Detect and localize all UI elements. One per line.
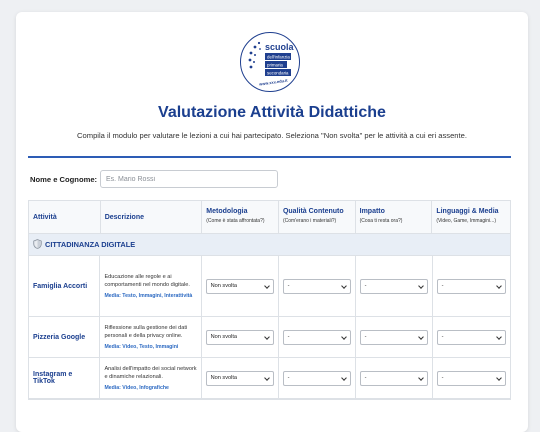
logo-line-3: secondaria [267, 71, 289, 76]
chevron-down-icon [263, 282, 270, 289]
qualita-select[interactable]: - [282, 329, 351, 345]
impatto-select[interactable]: - [359, 370, 428, 386]
activity-description: Riflessione sulla gestione dei dati pers… [104, 324, 196, 351]
activity-media: Media: Video, Testo, Immagini [104, 343, 179, 350]
shield-icon [33, 238, 42, 251]
chevron-down-icon [495, 282, 502, 289]
impatto-select[interactable]: - [359, 278, 428, 294]
activity-media: Media: Testo, Immagini, Interattività [104, 292, 193, 299]
chevron-down-icon [340, 374, 347, 381]
metodologia-select[interactable]: Non svolta [205, 370, 274, 386]
page-title: Valutazione Attività Didattiche [158, 104, 386, 121]
linguaggi-select[interactable]: - [436, 370, 506, 386]
chevron-down-icon [263, 374, 270, 381]
evaluation-card: scuola dell'infanzia primaria secondaria… [16, 12, 528, 432]
table-row: Instagram e TikTok Analisi dell'impatto … [29, 358, 510, 399]
activity-name: Famiglia Accorti [33, 282, 88, 290]
section-title: CITTADINANZA DIGITALE [45, 240, 136, 249]
metodologia-select[interactable]: Non svolta [205, 278, 274, 294]
metodologia-select[interactable]: Non svolta [205, 329, 274, 345]
col-header-descrizione: Descrizione [101, 201, 203, 233]
chevron-down-icon [495, 333, 502, 340]
linguaggi-select[interactable]: - [436, 329, 506, 345]
section-header: CITTADINANZA DIGITALE [29, 234, 510, 256]
chevron-down-icon [263, 333, 270, 340]
activity-name: Pizzeria Google [33, 333, 86, 341]
qualita-select[interactable]: - [282, 278, 351, 294]
logo-line-1: dell'infanzia [267, 55, 290, 60]
logo-side-text: www.xxx.edu.it [258, 78, 289, 87]
impatto-select[interactable]: - [359, 329, 428, 345]
table-header: Attività Descrizione Metodologia (Come è… [29, 201, 510, 234]
evaluation-table: Attività Descrizione Metodologia (Come è… [28, 200, 511, 400]
col-header-impatto: Impatto (Cosa ti resta ora?) [356, 201, 433, 233]
page-subtitle: Compila il modulo per valutare le lezion… [77, 131, 467, 140]
chevron-down-icon [495, 374, 502, 381]
chevron-down-icon [417, 374, 424, 381]
linguaggi-select[interactable]: - [436, 278, 506, 294]
logo-top-text: scuola [265, 42, 295, 52]
activity-name: Instagram e TikTok [33, 371, 73, 385]
col-header-qualita: Qualità Contenuto (Com'erano i materiali… [279, 201, 356, 233]
school-logo: scuola dell'infanzia primaria secondaria… [240, 32, 300, 92]
name-row: Nome e Cognome: [30, 170, 278, 188]
name-input[interactable] [100, 170, 278, 188]
activity-media: Media: Video, Infografiche [104, 384, 169, 391]
col-header-attivita: Attività [29, 201, 101, 233]
activity-description: Analisi dell'impatto dei social network … [104, 365, 197, 391]
chevron-down-icon [340, 333, 347, 340]
col-header-metodologia: Metodologia (Come è stata affrontata?) [202, 201, 279, 233]
table-row: Famiglia Accorti Educazione alle regole … [29, 256, 510, 317]
chevron-down-icon [340, 282, 347, 289]
name-label: Nome e Cognome: [30, 174, 98, 184]
qualita-select[interactable]: - [282, 370, 351, 386]
chevron-down-icon [417, 282, 424, 289]
header-divider [28, 156, 511, 158]
table-row: Pizzeria Google Riflessione sulla gestio… [29, 317, 510, 358]
chevron-down-icon [417, 333, 424, 340]
activity-description: Educazione alle regole e ai comportament… [104, 273, 196, 300]
logo-line-2: primaria [267, 63, 283, 68]
col-header-linguaggi: Linguaggi & Media (Video, Game, Immagini… [436, 208, 499, 224]
